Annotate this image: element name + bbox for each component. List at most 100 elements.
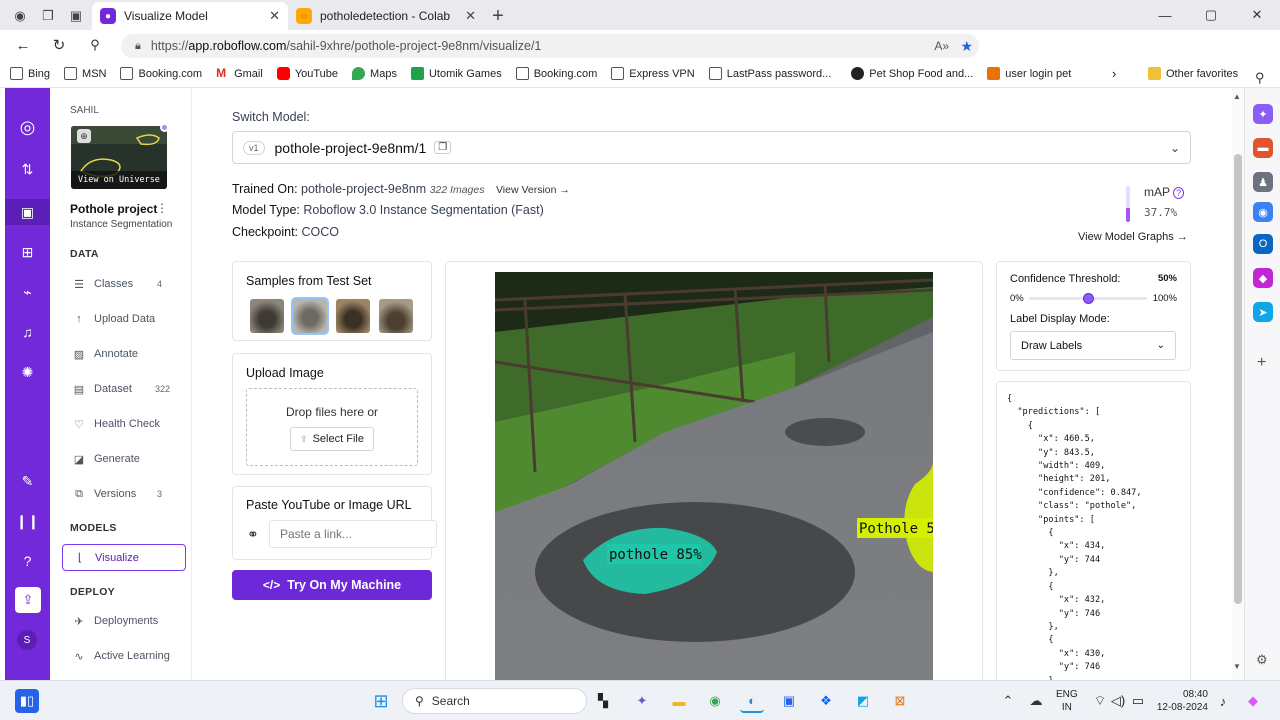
new-tab-icon[interactable]: + [484,2,512,30]
fav-lastpass[interactable]: LastPass password... [708,67,831,80]
office-icon[interactable]: ◉ [1253,202,1273,222]
taskbar-search[interactable]: ⚲ Search [402,688,587,714]
fav-booking[interactable]: Booking.com [120,67,202,80]
window-close-icon[interactable]: ✕ [1234,0,1280,30]
notification-bell-icon[interactable]: ♪ [1211,689,1235,713]
widgets-icon[interactable]: ▮▯ [15,689,39,713]
scroll-up-icon[interactable]: ▲ [1233,92,1241,101]
tools-icon[interactable]: ▬ [1253,138,1273,158]
sidebar-item-active-learning[interactable]: ∿ Active Learning [62,644,186,668]
workflows-icon[interactable]: ⊞ [5,239,50,265]
project-options-icon[interactable]: ⋮ [156,201,168,215]
close-tab-icon[interactable]: ✕ [269,8,280,24]
games-icon[interactable]: ♟ [1253,172,1273,192]
sample-thumb[interactable] [291,297,329,335]
sidebar-item-deployments[interactable]: ✈ Deployments [62,609,186,633]
file-explorer-icon[interactable]: ▬ [667,689,691,713]
page-scrollbar[interactable]: ▲ ▼ [1232,88,1244,680]
paste-link-input[interactable] [269,520,437,548]
minimize-icon[interactable]: — [1142,0,1188,30]
fav-gmail[interactable]: M Gmail [216,67,263,80]
upload-icon[interactable]: ⇪ [15,587,41,613]
info-icon[interactable]: ? [1173,187,1185,199]
view-model-graphs-link[interactable]: View Model Graphs → [1078,231,1188,243]
outlook-icon[interactable]: O [1253,234,1273,254]
tab-visualize-model[interactable]: ● Visualize Model ✕ [92,2,288,30]
fav-msn[interactable]: MSN [64,67,106,80]
fav-booking-2[interactable]: Booking.com [515,67,597,80]
fav-expressvpn[interactable]: Express VPN [611,67,695,80]
fav-user-login-pet[interactable]: user login pet [987,67,1071,80]
copilot-taskbar-icon[interactable]: ◆ [1241,689,1265,713]
projects-icon[interactable]: ▣ [5,199,50,225]
roboflow-logo-icon[interactable]: ◎ [5,114,50,140]
view-version-link[interactable]: View Version → [496,184,570,196]
copy-icon[interactable]: ❐ [434,141,452,154]
help-icon[interactable]: ? [5,548,50,574]
fav-petshop[interactable]: Pet Shop Food and... [851,67,973,80]
scrollbar-thumb[interactable] [1234,154,1242,604]
sidebar-item-annotate[interactable]: ▨ Annotate [62,342,186,366]
docs-icon[interactable]: ❙❙ [5,508,50,534]
sidebar-item-classes[interactable]: ☰ Classes 4 [62,272,186,296]
start-icon[interactable]: ⊞ [369,689,393,713]
chrome-icon[interactable]: ◉ [703,689,727,713]
sidebar-item-visualize[interactable]: ⌊ Visualize [62,544,186,571]
read-aloud-icon[interactable]: A» [934,39,949,53]
tab-actions-icon[interactable]: ▣ [62,2,90,30]
drop-icon[interactable]: ◆ [1253,268,1273,288]
settings-icon[interactable]: ⚙ [1256,652,1268,668]
store-icon[interactable]: ▣ [777,689,801,713]
add-icon[interactable]: + [1257,354,1266,372]
favorite-star-icon[interactable]: ★ [960,38,973,55]
maximize-icon[interactable]: ▢ [1188,0,1234,30]
sort-arrows-icon[interactable]: ⇅ [5,156,50,182]
project-thumbnail[interactable]: ⊕ View on Universe [71,126,167,189]
bell-icon[interactable]: ♫ [5,319,50,345]
fav-utomik[interactable]: Utomik Games [410,67,502,80]
send-icon[interactable]: ➤ [1253,302,1273,322]
universe-icon[interactable]: ✎ [5,468,50,494]
display-mode-select[interactable]: Draw Labels ⌄ [1010,331,1176,360]
workspaces-icon[interactable]: ❐ [34,2,62,30]
analytics-icon[interactable]: ⌁ [5,279,50,305]
tray-chevron-icon[interactable]: ⌃ [996,689,1020,713]
back-icon[interactable]: ← [5,30,41,60]
try-on-my-machine-button[interactable]: </> Try On My Machine [232,570,432,600]
avatar[interactable]: S [17,630,37,650]
model-select[interactable]: v1 pothole-project-9e8nm/1 ❐ ⌄ [232,131,1191,164]
task-view-icon[interactable]: ▚ [591,689,615,713]
xampp-icon[interactable]: ⊠ [888,689,912,713]
fav-bing[interactable]: Bing [10,67,50,80]
fav-other-favorites[interactable]: Other favorites [1148,67,1238,80]
language-indicator[interactable]: ENG IN [1056,688,1078,714]
close-tab-icon[interactable]: ✕ [465,8,476,24]
url-input[interactable]: 🔒︎ https://app.roboflow.com/sahil-9xhre/… [121,34,979,58]
sidebar-item-generate[interactable]: ◪ Generate [62,447,186,471]
battery-icon[interactable]: ▭ [1126,689,1150,713]
chevron-right-icon[interactable]: › [1112,66,1116,81]
fav-youtube[interactable]: YouTube [276,67,338,80]
edge-icon[interactable]: ◐ [740,689,764,713]
sample-thumb[interactable] [379,299,413,333]
sample-thumb[interactable] [250,299,284,333]
search-icon[interactable]: ⚲ [77,30,113,60]
slider-thumb[interactable] [1083,293,1094,304]
select-file-button[interactable]: ⇪ Select File [290,427,374,451]
sidebar-item-health-check[interactable]: ♡ Health Check [62,412,186,436]
sidebar-item-upload-data[interactable]: ↑ Upload Data [62,307,186,331]
search-icon[interactable]: ⚲ [1255,70,1265,86]
sidebar-item-versions[interactable]: ⧉ Versions 3 [62,482,186,506]
sidebar-item-dataset[interactable]: ▤ Dataset 322 [62,377,186,401]
app-icon[interactable]: ◩ [851,689,875,713]
refresh-icon[interactable]: ↻ [41,30,77,60]
teams-icon[interactable]: ✦ [630,689,654,713]
fav-maps[interactable]: Maps [352,67,397,80]
sample-thumb[interactable] [336,299,370,333]
settings-icon[interactable]: ✺ [5,359,50,385]
clock[interactable]: 08:40 12-08-2024 [1152,688,1208,714]
confidence-slider[interactable] [1029,293,1147,304]
onedrive-icon[interactable]: ☁ [1024,689,1048,713]
dropbox-icon[interactable]: ❖ [814,689,838,713]
profile-icon[interactable]: ◉ [6,2,34,30]
